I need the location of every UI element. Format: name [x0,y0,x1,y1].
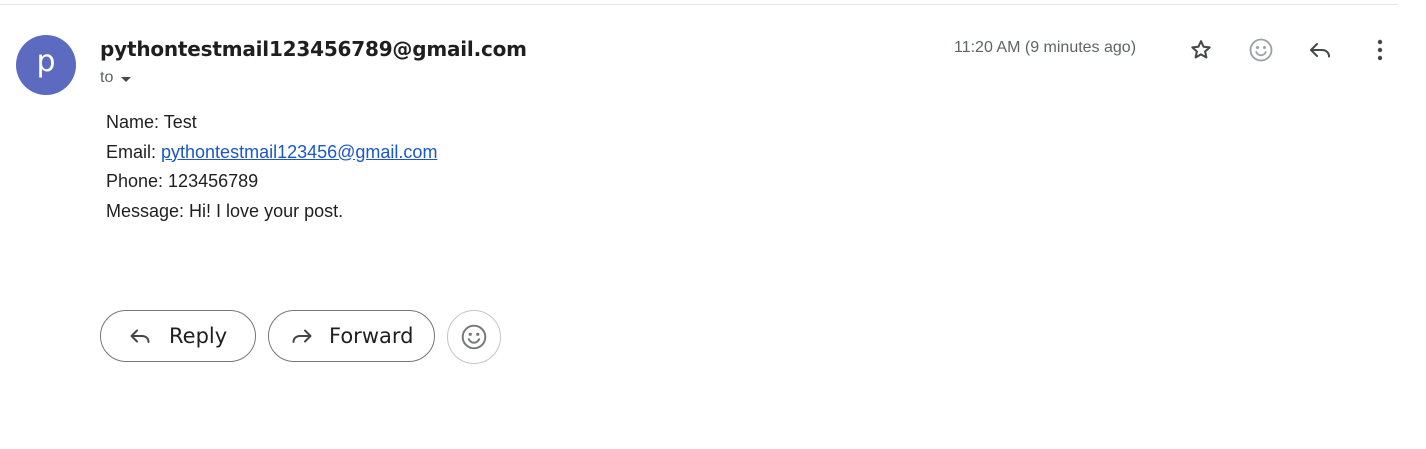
reply-button-label: Reply [169,324,228,348]
reply-icon [1310,43,1330,58]
forward-icon [292,329,312,343]
body-email-line: Email: pythontestmail123456@gmail.com [106,138,437,168]
reply-icon [130,329,150,343]
star-button[interactable] [1185,34,1217,66]
recipient-details-toggle[interactable]: to [100,69,132,87]
more-options-button[interactable] [1364,34,1396,66]
top-divider [0,4,1398,5]
emoji-reaction-icon [461,324,487,350]
message-body: Name: Test Email: pythontestmail123456@g… [106,108,437,226]
body-name-line: Name: Test [106,112,197,132]
body-email-link[interactable]: pythontestmail123456@gmail.com [161,142,437,162]
message-timestamp: 11:20 AM (9 minutes ago) [954,39,1137,56]
body-message-line: Message: Hi! I love your post. [106,200,344,221]
emoji-reaction-button[interactable] [447,310,501,364]
forward-button[interactable]: Forward [268,310,435,362]
recipient-label: to [100,69,114,86]
emoji-reaction-icon [1249,38,1273,62]
add-reaction-button[interactable] [1245,34,1277,66]
reply-header-button[interactable] [1305,34,1337,66]
sender-email[interactable]: pythontestmail123456789@gmail.com [100,37,527,61]
body-phone-line: Phone: 123456789 [106,171,259,191]
more-vert-icon [1377,39,1383,61]
reply-button[interactable]: Reply [100,310,256,362]
avatar-initial: p [36,44,56,79]
caret-down-icon [121,76,132,82]
sender-avatar[interactable]: p [16,35,76,95]
forward-button-label: Forward [329,324,414,348]
star-icon [1191,40,1211,59]
body-email-prefix: Email: [106,141,162,162]
